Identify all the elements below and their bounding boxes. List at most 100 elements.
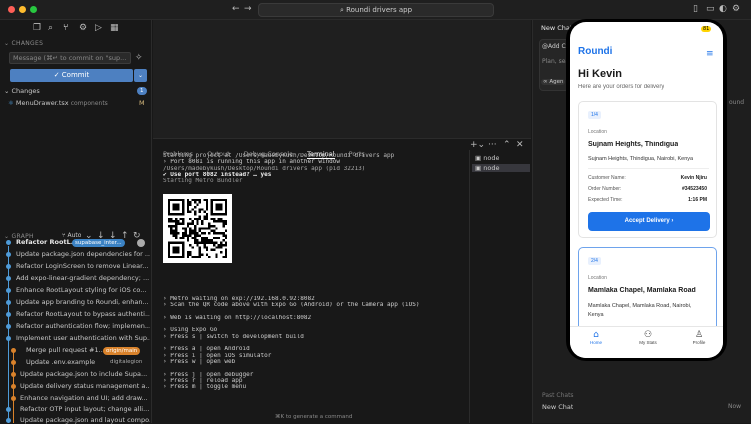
generate-command-hint: ⌘K to generate a command bbox=[275, 414, 353, 420]
minimize-window-button[interactable] bbox=[19, 6, 26, 13]
chevron-down-icon: ⌄ bbox=[4, 40, 12, 47]
commit-node bbox=[6, 324, 11, 329]
branch-badge: supabase_inter... bbox=[72, 239, 125, 247]
chat-side-text: ound bbox=[729, 99, 745, 106]
toggle-panel-icon[interactable]: ▭ bbox=[706, 5, 715, 14]
more-actions-icon[interactable]: ··· bbox=[488, 141, 497, 150]
terminal-icon: ▣ bbox=[475, 154, 484, 162]
commit-node bbox=[11, 372, 16, 377]
changes-group[interactable]: ⌄ Changes bbox=[4, 87, 40, 95]
typescript-file-icon: ⚛ bbox=[8, 99, 16, 107]
commit-row[interactable]: Update package.json to include Supa... bbox=[20, 370, 150, 378]
avatar bbox=[137, 239, 145, 247]
forward-arrow-icon[interactable]: → bbox=[244, 5, 252, 14]
settings-gear-icon[interactable]: ⚙ bbox=[732, 5, 740, 14]
commit-node bbox=[6, 240, 11, 245]
nav-my-stats[interactable]: ⚇ My Stats bbox=[634, 330, 662, 345]
location-title: Mamlaka Chapel, Mamlaka Road bbox=[588, 287, 696, 294]
location-title: Sujnam Heights, Thindigua bbox=[588, 141, 679, 148]
toggle-primary-sidebar-icon[interactable]: ▯ bbox=[693, 5, 698, 14]
location-label: Location bbox=[588, 129, 607, 135]
terminal-item[interactable]: ▣ node bbox=[475, 154, 499, 162]
commit-row[interactable]: Add expo-linear-gradient dependency; ... bbox=[16, 274, 150, 282]
bottom-nav: ⌂ Home ⚇ My Stats ♙ Profile bbox=[570, 326, 723, 358]
location-address: Sujnam Heights, Thindigua, Nairobi, Keny… bbox=[588, 156, 694, 162]
commit-message-input[interactable]: Message (⌘↵ to commit on "sup... bbox=[9, 52, 131, 64]
terminal-list: ▣ node ▣ node bbox=[469, 150, 531, 423]
commit-row[interactable]: Update package.json dependencies for ... bbox=[16, 250, 150, 258]
terminal-icon: ▣ bbox=[475, 164, 484, 172]
expected-time-label: Expected Time: bbox=[588, 197, 623, 203]
back-arrow-icon[interactable]: ← bbox=[232, 5, 240, 14]
sparkle-icon[interactable]: ✧ bbox=[135, 54, 143, 63]
explorer-icon[interactable]: ❐ bbox=[33, 24, 41, 33]
past-chats-header: Past Chats bbox=[542, 392, 574, 399]
new-terminal-icon[interactable]: +⌄ bbox=[470, 141, 485, 150]
commit-node bbox=[6, 276, 11, 281]
nav-profile[interactable]: ♙ Profile bbox=[686, 330, 712, 345]
chevron-down-icon: ⌄ bbox=[4, 87, 12, 95]
file-modified-status: M bbox=[139, 99, 145, 107]
commit-row[interactable]: Update app branding to Roundi, enhan... bbox=[16, 298, 150, 306]
terminal-line: Starting Metro Bundler bbox=[163, 178, 243, 185]
commit-node bbox=[6, 312, 11, 317]
order-card[interactable]: 1/4 Location Sujnam Heights, Thindigua S… bbox=[578, 101, 717, 238]
commit-node bbox=[6, 418, 11, 423]
commit-row[interactable]: Implement user authentication with Sup..… bbox=[16, 334, 150, 342]
commit-row[interactable]: Enhance navigation and UI; add draw... bbox=[20, 394, 150, 402]
commit-row[interactable]: Enhance RootLayout styling for iOS co... bbox=[16, 286, 150, 294]
customer-label: Customer Name: bbox=[588, 175, 626, 181]
changed-file-row[interactable]: ⚛ MenuDrawer.tsx components bbox=[8, 99, 108, 107]
source-control-icon[interactable]: ⑂ bbox=[63, 24, 68, 33]
subtitle: Here are your orders for delivery bbox=[578, 84, 665, 90]
command-center-search[interactable]: ⌕ Roundi drivers app bbox=[258, 3, 494, 17]
commit-row[interactable]: Update delivery status management a... bbox=[20, 382, 150, 390]
agent-mode-dropdown[interactable]: ∞ Agen bbox=[541, 79, 566, 85]
terminal-line: › Press m │ toggle menu bbox=[163, 384, 247, 391]
expected-time-value: 1:16 PM bbox=[688, 197, 707, 203]
order-card[interactable]: 2/4 Location Mamlaka Chapel, Mamlaka Roa… bbox=[578, 247, 717, 335]
commit-node bbox=[6, 336, 11, 341]
zoom-window-button[interactable] bbox=[30, 6, 37, 13]
location-address-line2: Kenya bbox=[588, 312, 604, 318]
commit-node bbox=[11, 360, 16, 365]
commit-row[interactable]: Refactor LoginScreen to remove Linear... bbox=[16, 262, 150, 270]
commit-node bbox=[11, 348, 16, 353]
stats-icon: ⚇ bbox=[643, 330, 653, 340]
chevron-down-icon: ⌄ bbox=[137, 72, 144, 79]
commit-dropdown-button[interactable]: ⌄ bbox=[134, 69, 147, 82]
extensions-icon[interactable]: ⚙ bbox=[79, 24, 87, 33]
maximize-panel-icon[interactable]: ⌃ bbox=[503, 141, 511, 150]
commit-node bbox=[6, 252, 11, 257]
extension-icon[interactable]: ◐ bbox=[719, 5, 727, 14]
commit-row[interactable]: Refactor OTP input layout; change alli..… bbox=[20, 405, 150, 413]
add-context-button[interactable]: @Add C bbox=[542, 43, 566, 50]
grid-icon[interactable]: ▦ bbox=[110, 24, 119, 33]
close-panel-icon[interactable]: ✕ bbox=[516, 141, 524, 150]
commit-row[interactable]: Refactor RootLayout to bypass authenti..… bbox=[16, 310, 150, 318]
app-brand: Roundi bbox=[578, 46, 613, 57]
nav-home[interactable]: ⌂ Home bbox=[584, 330, 608, 345]
past-chat-item[interactable]: New Chat bbox=[542, 403, 573, 411]
commit-button[interactable]: ✓ Commit bbox=[10, 69, 133, 82]
commit-node bbox=[6, 288, 11, 293]
qr-code-image bbox=[167, 198, 228, 259]
changes-section-header[interactable]: ⌄ CHANGES bbox=[4, 40, 43, 47]
greeting: Hi Kevin bbox=[578, 68, 623, 80]
search-icon[interactable]: ⌕ bbox=[48, 24, 53, 33]
run-debug-icon[interactable]: ▷ bbox=[95, 24, 102, 33]
commit-node bbox=[11, 396, 16, 401]
changes-count-badge: 1 bbox=[137, 87, 147, 95]
chevron-down-icon: ⌄ bbox=[4, 233, 12, 240]
close-window-button[interactable] bbox=[8, 6, 15, 13]
commit-row[interactable]: Refactor authentication flow; implemen..… bbox=[16, 322, 150, 330]
accept-delivery-button[interactable]: Accept Delivery › bbox=[588, 212, 710, 231]
commit-node bbox=[11, 384, 16, 389]
title-bar: ← → ⌕ Roundi drivers app ▯ ▭ ◐ ⚙ bbox=[0, 0, 751, 20]
order-index: 2/4 bbox=[588, 257, 601, 265]
chevron-right-icon: › bbox=[669, 218, 674, 224]
menu-icon[interactable]: ≡ bbox=[706, 49, 714, 59]
terminal-item-active[interactable]: ▣ node bbox=[472, 164, 530, 172]
commit-node bbox=[6, 407, 11, 412]
expo-qr-code bbox=[163, 194, 232, 263]
